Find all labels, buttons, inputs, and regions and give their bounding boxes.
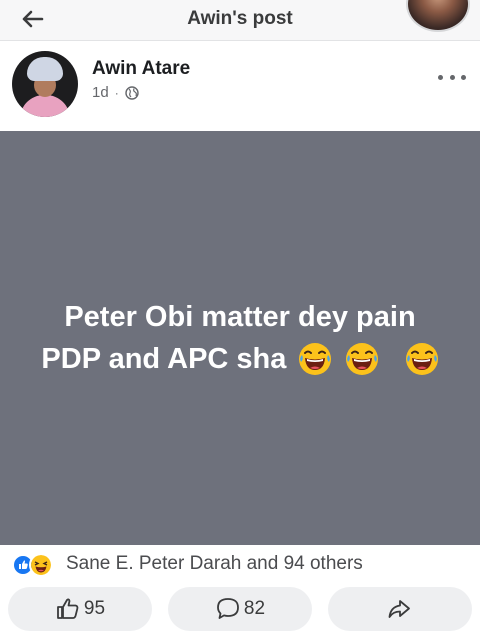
more-dot-icon: [449, 74, 455, 80]
comment-button[interactable]: 82: [168, 587, 312, 631]
laughing-emoji-icon: [299, 343, 332, 375]
like-button[interactable]: 95: [8, 587, 152, 631]
post-actions: 95 82: [0, 583, 480, 633]
post-meta: 1d ·: [92, 84, 139, 101]
meta-separator: ·: [114, 85, 119, 100]
author-avatar[interactable]: [12, 51, 78, 117]
thumbs-up-icon: [57, 598, 79, 619]
comment-count: 82: [243, 598, 266, 619]
reactions-summary[interactable]: Sane E. Peter Darah and 94 others: [0, 545, 480, 583]
more-dot-icon: [438, 74, 443, 80]
more-options-button[interactable]: [438, 69, 466, 85]
avatar-headwrap: [27, 57, 63, 81]
laughing-emoji-icon: [345, 343, 378, 375]
laughing-emoji-icon: [405, 343, 438, 375]
top-bar: Awin's post: [0, 0, 480, 41]
haha-icon: [29, 553, 53, 577]
post-text-line-2: PDP and APC sha: [41, 343, 287, 375]
reaction-summary-text: Sane E. Peter Darah and 94 others: [66, 553, 363, 574]
globe-icon: [124, 85, 139, 100]
post-time[interactable]: 1d: [92, 84, 109, 101]
comment-icon: [217, 598, 239, 619]
share-icon: [388, 600, 410, 618]
more-dot-icon: [461, 74, 466, 80]
like-count: 95: [83, 598, 106, 619]
post-content: Peter Obi matter dey pain PDP and APC sh…: [0, 131, 480, 545]
post-text-line-1: Peter Obi matter dey pain: [64, 301, 416, 333]
post-page: Awin's post Awin Atare 1d · Peter Obi ma…: [0, 0, 480, 633]
post-text-line-2-wrap: PDP and APC sha: [20, 338, 460, 380]
reaction-icons: [12, 552, 64, 577]
share-button[interactable]: [328, 587, 472, 631]
avatar-body: [20, 95, 70, 117]
post-text: Peter Obi matter dey pain PDP and APC sh…: [20, 296, 460, 380]
post-header: Awin Atare 1d ·: [0, 41, 480, 131]
author-name[interactable]: Awin Atare: [92, 58, 190, 80]
